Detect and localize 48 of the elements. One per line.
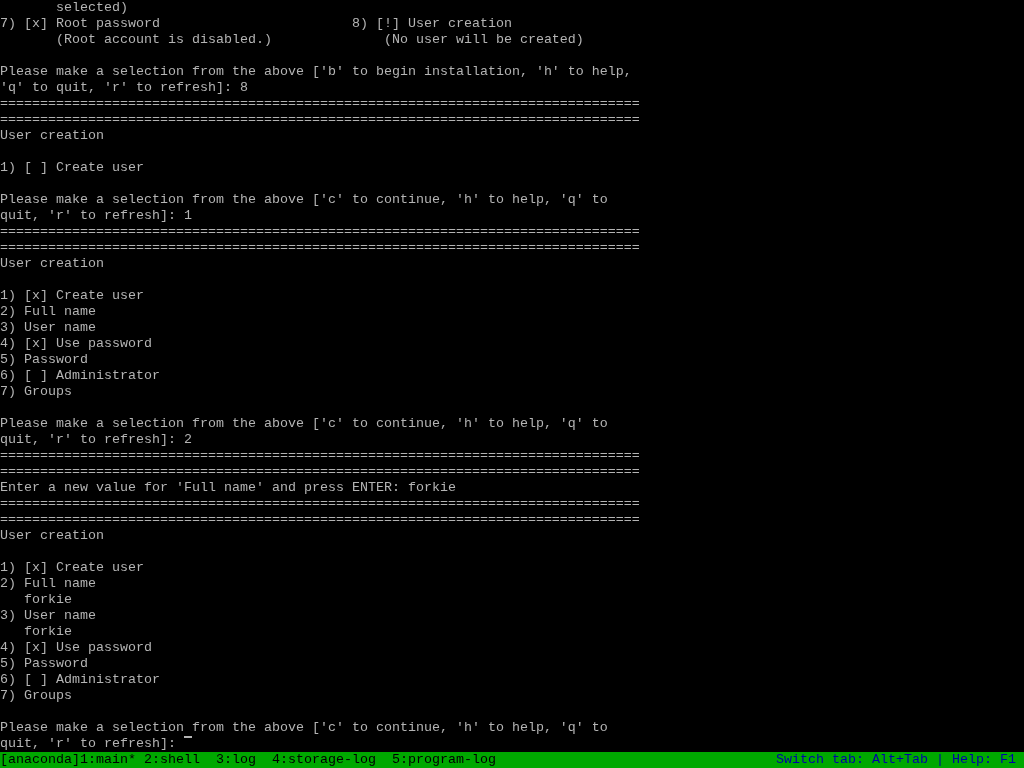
terminal-line: 4) [x] Use password <box>0 640 152 656</box>
text-cursor <box>183 736 192 738</box>
window-tab[interactable]: 5:program-log <box>391 752 496 768</box>
terminal-line: forkie <box>23 592 72 608</box>
terminal-line: forkie <box>23 624 72 640</box>
terminal-line: 3) User name <box>0 320 96 336</box>
terminal-line: 1) [x] Create user <box>0 288 144 304</box>
terminal-line: User creation <box>0 256 104 272</box>
separator-line: ================================================================================ <box>0 96 640 112</box>
input-prompt: quit, 'r' to refresh]: <box>0 736 177 752</box>
terminal-line: 2) Full name <box>0 576 96 592</box>
window-tab[interactable]: 2:shell <box>144 752 200 768</box>
terminal-line: (Root account is disabled.) (No user will be created) <box>55 32 584 48</box>
terminal-line: 2) Full name <box>0 304 96 320</box>
separator-line: ================================================================================ <box>0 512 640 528</box>
terminal-line: 6) [ ] Administrator <box>0 368 160 384</box>
separator-line: ================================================================================ <box>0 464 640 480</box>
window-tab[interactable]: 1:main* <box>80 752 136 768</box>
terminal-line: 3) User name <box>0 608 96 624</box>
terminal-line: 1) [ ] Create user <box>0 160 144 176</box>
terminal-line: Please make a selection from the above ['c' to continue, 'h' to help, 'q' to <box>0 192 608 208</box>
separator-line: ================================================================================ <box>0 240 640 256</box>
separator-line: ================================================================================ <box>0 496 640 512</box>
terminal-line: 5) Password <box>0 352 88 368</box>
terminal-line: Please make a selection from the above ['c' to continue, 'h' to help, 'q' to <box>0 720 608 736</box>
terminal-line: Please make a selection from the above ['c' to continue, 'h' to help, 'q' to <box>0 416 608 432</box>
window-tab[interactable]: 4:storage-log <box>272 752 376 768</box>
session-label: [anaconda] <box>0 752 80 768</box>
terminal-line: 4) [x] Use password <box>0 336 152 352</box>
separator-line: ================================================================================ <box>0 112 640 128</box>
help-hint: Switch tab: Alt+Tab | Help: F1 <box>776 752 1016 768</box>
terminal-line: quit, 'r' to refresh]: 2 <box>0 432 192 448</box>
terminal-line: 5) Password <box>0 656 88 672</box>
terminal-line: selected) <box>55 0 128 16</box>
terminal-line: User creation <box>0 528 104 544</box>
terminal-line: 7) [x] Root password 8) [!] User creation <box>0 16 512 32</box>
window-tab[interactable]: 3:log <box>216 752 256 768</box>
separator-line: ================================================================================ <box>0 448 640 464</box>
terminal-line: 1) [x] Create user <box>0 560 144 576</box>
terminal-line: 7) Groups <box>0 688 72 704</box>
terminal-line: quit, 'r' to refresh]: 1 <box>0 208 192 224</box>
terminal-line: 6) [ ] Administrator <box>0 672 160 688</box>
terminal-line: 'q' to quit, 'r' to refresh]: 8 <box>0 80 248 96</box>
separator-line: ================================================================================ <box>0 224 640 240</box>
terminal-line: User creation <box>0 128 104 144</box>
terminal-line: 7) Groups <box>0 384 72 400</box>
terminal-line: Please make a selection from the above ['b' to begin installation, 'h' to help, <box>0 64 632 80</box>
terminal-line: Enter a new value for 'Full name' and press ENTER: forkie <box>0 480 456 496</box>
